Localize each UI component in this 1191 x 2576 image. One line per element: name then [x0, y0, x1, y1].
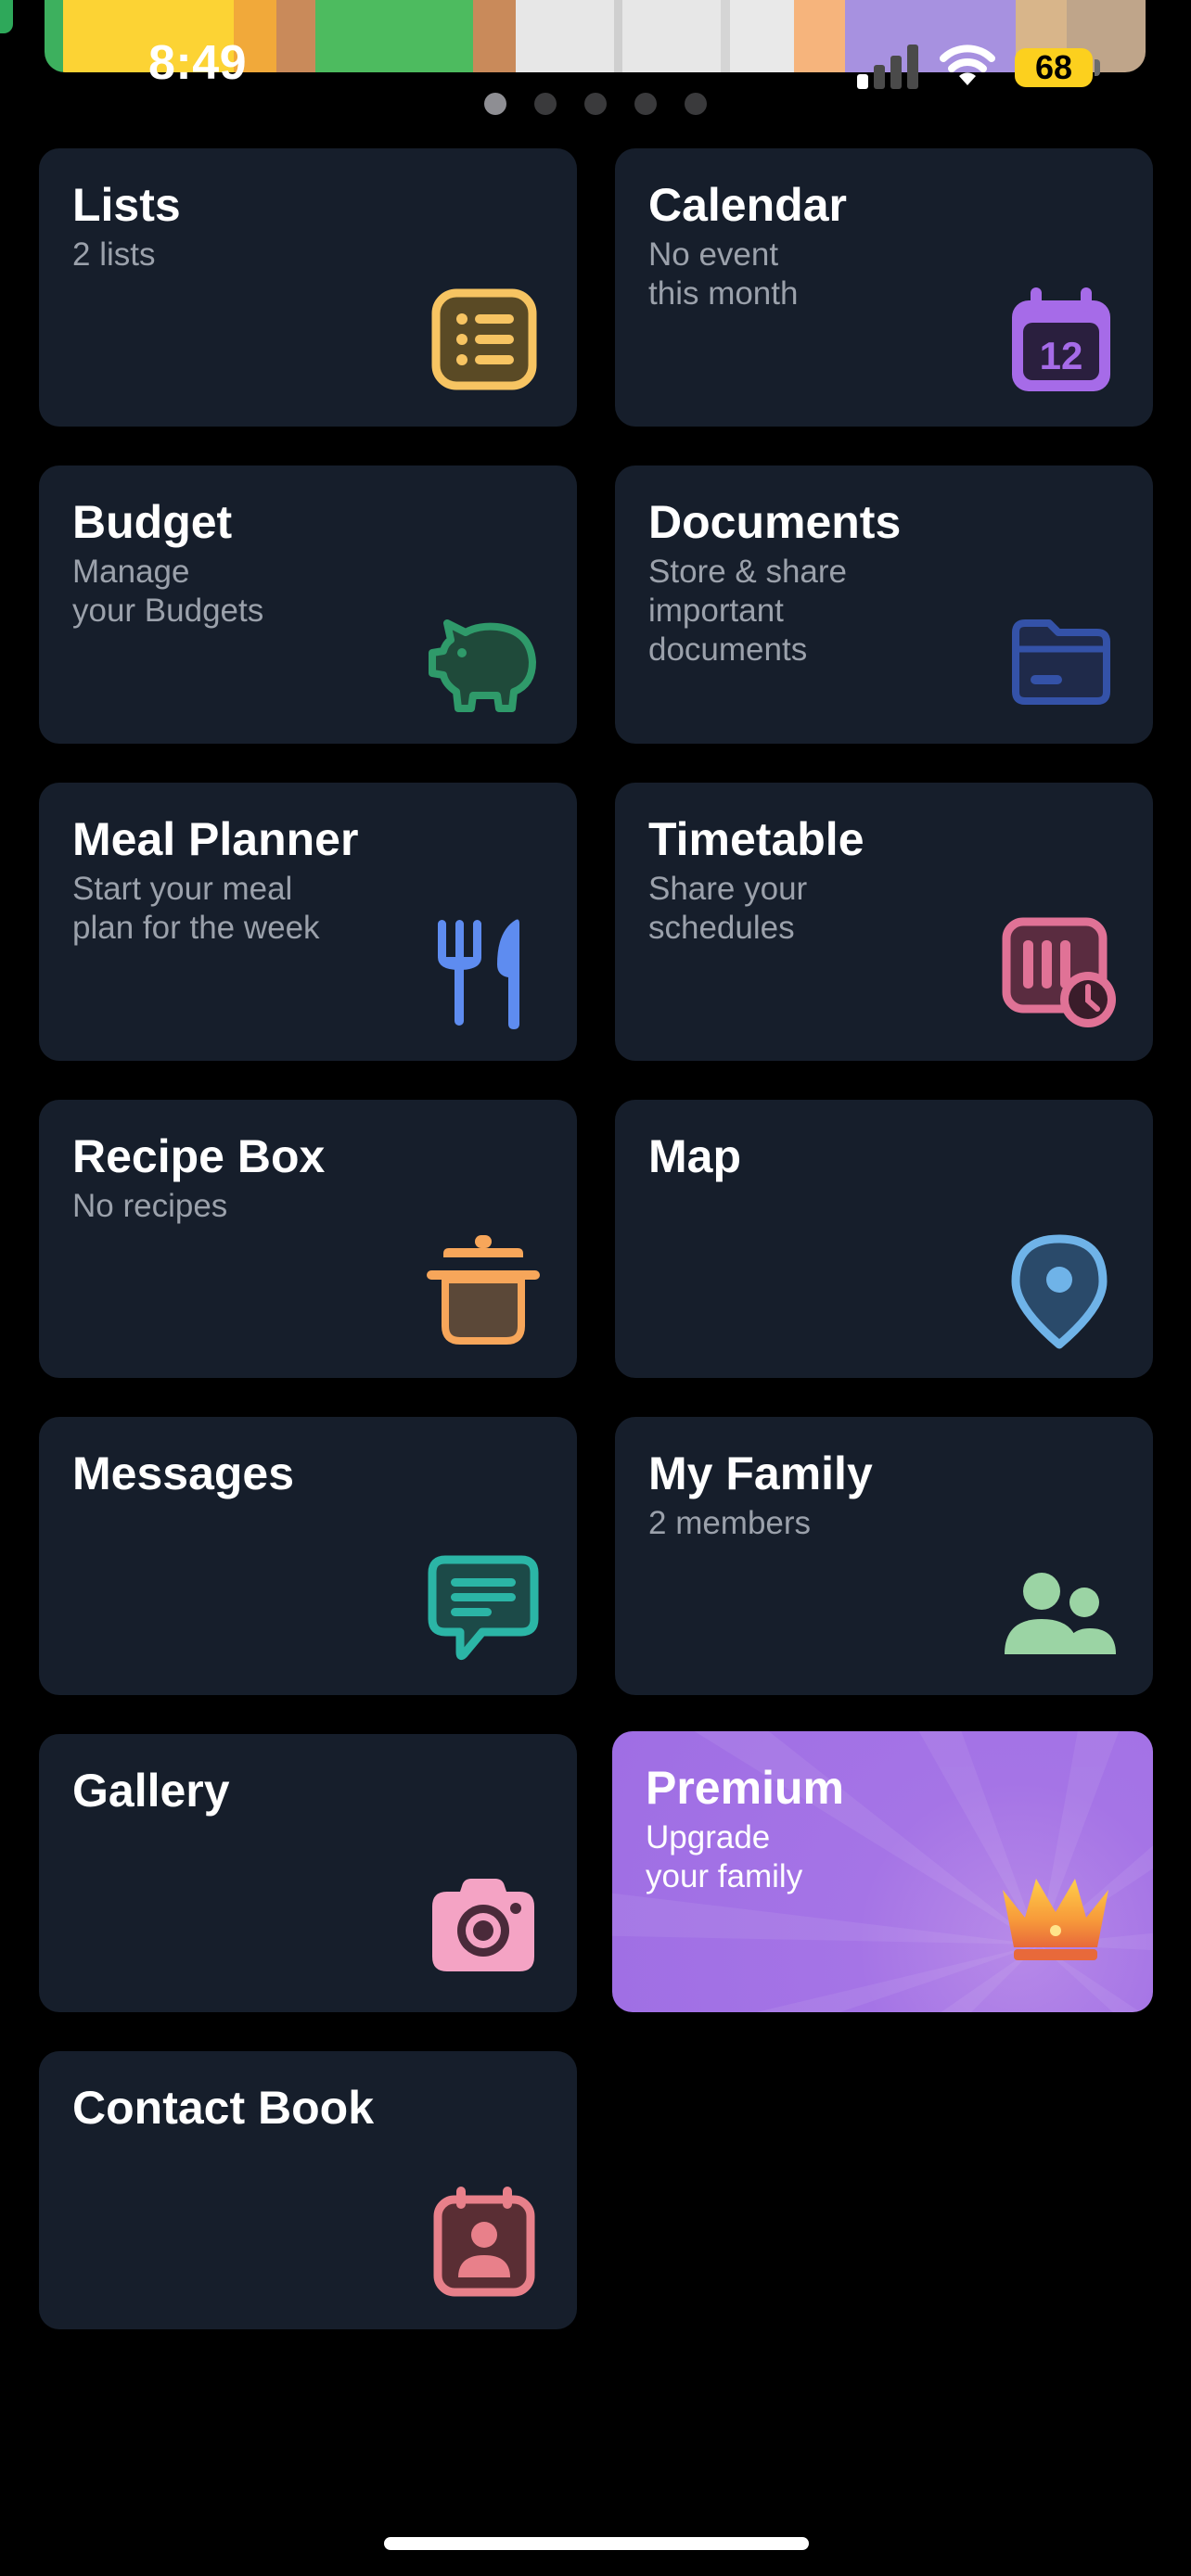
card-title: My Family — [648, 1447, 873, 1499]
card-gallery[interactable]: Gallery — [39, 1734, 577, 2012]
card-timetable[interactable]: Timetable Share your schedules — [615, 783, 1153, 1061]
card-title: Recipe Box — [72, 1130, 326, 1182]
timetable-clock-icon — [999, 912, 1120, 1033]
cooking-pot-icon — [423, 1230, 544, 1350]
card-title: Budget — [72, 496, 233, 548]
card-premium[interactable]: Premium Upgrade your family — [612, 1731, 1153, 2012]
contact-card-icon — [423, 2181, 544, 2302]
card-my-family[interactable]: My Family 2 members — [615, 1417, 1153, 1695]
page-dot[interactable] — [534, 93, 557, 115]
page-dot[interactable] — [685, 93, 707, 115]
card-title: Messages — [72, 1447, 295, 1499]
edge-app-chip — [0, 0, 13, 33]
card-title: Meal Planner — [72, 813, 359, 865]
people-icon — [999, 1547, 1120, 1667]
card-title: Timetable — [648, 813, 864, 865]
card-recipe-box[interactable]: Recipe Box No recipes — [39, 1100, 577, 1378]
page-dot[interactable] — [634, 93, 657, 115]
card-subtitle: No recipes — [72, 1188, 228, 1224]
card-contact-book[interactable]: Contact Book — [39, 2051, 577, 2329]
page-dot[interactable] — [484, 93, 506, 115]
battery-cap — [1095, 59, 1100, 76]
card-title: Lists — [72, 179, 181, 231]
card-title: Map — [648, 1130, 741, 1182]
camera-icon — [423, 1864, 544, 1984]
card-title: Premium — [646, 1762, 844, 1814]
chat-icon — [423, 1547, 544, 1667]
cellular-signal-icon — [857, 45, 918, 89]
card-title: Contact Book — [72, 2082, 374, 2134]
status-time: 8:49 — [148, 36, 248, 90]
battery-indicator: 68 — [1015, 48, 1093, 87]
card-title: Documents — [648, 496, 902, 548]
folder-icon — [999, 595, 1120, 716]
card-subtitle: 2 members — [648, 1505, 812, 1541]
list-icon — [423, 278, 544, 399]
fork-knife-icon — [423, 912, 544, 1033]
card-documents[interactable]: Documents Store & share important docume… — [615, 465, 1153, 744]
card-map[interactable]: Map — [615, 1100, 1153, 1378]
card-title: Gallery — [72, 1765, 230, 1817]
piggy-bank-icon — [423, 595, 544, 716]
page-dot[interactable] — [584, 93, 607, 115]
map-pin-icon — [999, 1230, 1120, 1350]
card-budget[interactable]: Budget Manage your Budgets — [39, 465, 577, 744]
card-subtitle: 2 lists — [72, 236, 156, 273]
page-indicator-dots[interactable] — [0, 93, 1191, 115]
card-lists[interactable]: Lists 2 lists — [39, 148, 577, 427]
wifi-icon — [940, 45, 995, 85]
card-calendar[interactable]: Calendar No event this month 12 — [615, 148, 1153, 427]
card-messages[interactable]: Messages — [39, 1417, 577, 1695]
card-title: Calendar — [648, 179, 847, 231]
card-meal-planner[interactable]: Meal Planner Start your meal plan for th… — [39, 783, 577, 1061]
crown-icon — [995, 1855, 1116, 1975]
home-indicator[interactable] — [384, 2537, 809, 2550]
calendar-icon-day: 12 — [1040, 334, 1083, 377]
calendar-icon: 12 — [999, 278, 1120, 399]
